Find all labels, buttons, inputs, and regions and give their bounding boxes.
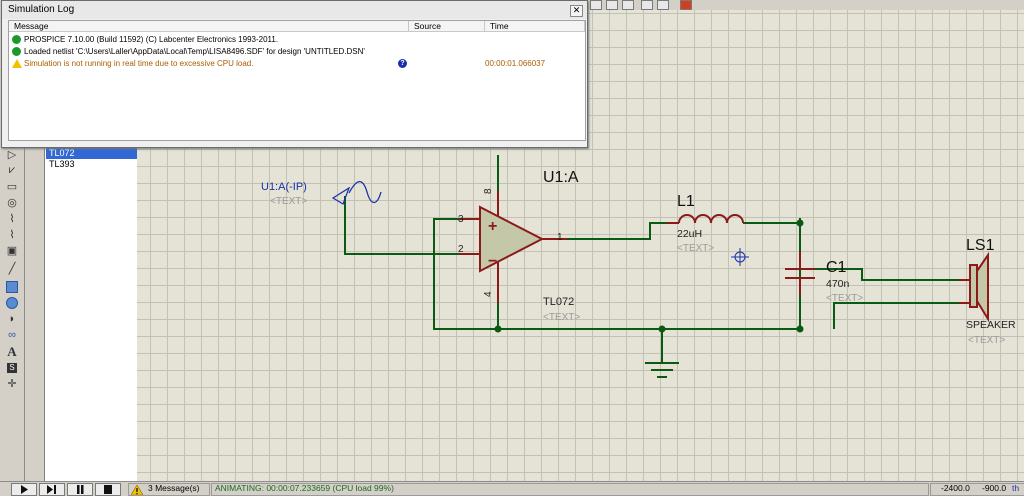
coordinates-panel: -2400.0 -900.0 th xyxy=(930,483,1024,496)
inductor-ref-label: L1 xyxy=(677,193,695,210)
generator-symbol[interactable] xyxy=(331,180,382,205)
symbol-icon[interactable]: S xyxy=(5,361,19,374)
capacitor-text-placeholder: <TEXT> xyxy=(826,293,863,304)
capacitor-ref-label: C1 xyxy=(826,259,847,276)
simulation-log-title: Simulation Log xyxy=(8,4,75,15)
toolbar-button-d[interactable] xyxy=(641,0,653,10)
voltage-probe-icon[interactable]: ⌇ xyxy=(5,212,19,225)
toolbar-button-f[interactable] xyxy=(680,0,692,10)
inductor-text-placeholder: <TEXT> xyxy=(677,243,714,254)
pin-label-3: 3 xyxy=(458,214,464,225)
speaker-ls1[interactable] xyxy=(959,251,989,323)
help-icon[interactable]: ? xyxy=(398,59,407,68)
coord-units: th xyxy=(1012,483,1020,493)
log-time: 00:00:01.066037 xyxy=(485,59,546,68)
text-icon[interactable]: A xyxy=(5,344,19,359)
log-row[interactable]: Loaded netlist 'C:\Users\Laller\AppData\… xyxy=(9,46,585,57)
probe-icon[interactable]: ▷ xyxy=(5,148,19,161)
op-amp-plus-sign: + xyxy=(488,218,497,235)
messages-count: 3 Message(s) xyxy=(148,483,200,493)
pin-label-1: 1 xyxy=(557,232,563,243)
step-icon xyxy=(47,485,56,494)
generator-ref-label: U1:A(-IP) xyxy=(261,181,307,193)
capacitor-value-label: 470n xyxy=(826,278,850,290)
simulation-log-table[interactable]: Message Source Time PROSPICE 7.10.00 (Bu… xyxy=(8,20,586,141)
op-amp-u1a[interactable] xyxy=(459,191,567,303)
toolbar-button-e[interactable] xyxy=(657,0,669,10)
virtual-instrument-icon[interactable]: ▣ xyxy=(5,244,19,257)
stop-button[interactable] xyxy=(95,483,121,496)
close-icon[interactable]: ✕ xyxy=(570,5,583,17)
toolbar-button-a[interactable] xyxy=(590,0,602,10)
speaker-ref-label: LS1 xyxy=(966,237,995,254)
generator-icon[interactable]: ◎ xyxy=(5,196,19,209)
simulation-log-window[interactable]: Simulation Log ✕ Message Source Time PRO… xyxy=(1,0,588,148)
graph-icon[interactable]: ⩗ xyxy=(5,164,19,177)
messages-panel[interactable]: 3 Message(s) xyxy=(128,483,210,496)
component-item-tl072[interactable]: TL072 xyxy=(46,148,137,159)
path-icon[interactable]: ∞ xyxy=(5,328,19,341)
pin-label-2: 2 xyxy=(458,244,464,255)
info-icon xyxy=(12,47,21,56)
log-message: PROSPICE 7.10.00 (Build 11592) (C) Labce… xyxy=(24,35,279,44)
column-header-time[interactable]: Time xyxy=(485,21,585,32)
step-button[interactable] xyxy=(39,483,65,496)
generator-text-placeholder: <TEXT> xyxy=(270,196,307,207)
simulation-log-titlebar[interactable]: Simulation Log ✕ xyxy=(2,1,587,19)
pin-label-8: 8 xyxy=(483,188,494,194)
log-message: Loaded netlist 'C:\Users\Laller\AppData\… xyxy=(24,47,365,56)
marker-icon[interactable]: ✛ xyxy=(5,377,19,390)
arc-icon[interactable]: ◗ xyxy=(5,312,19,325)
pause-icon xyxy=(77,485,84,494)
circle-icon[interactable] xyxy=(5,296,19,309)
column-header-source[interactable]: Source xyxy=(409,21,485,32)
inductor-value-label: 22uH xyxy=(677,228,702,240)
warning-icon xyxy=(131,485,143,495)
animation-status-panel: ANIMATING: 00:00:07.233659 (CPU load 99%… xyxy=(211,483,929,496)
op-amp-minus-sign: − xyxy=(488,253,497,270)
status-bar: 3 Message(s) ANIMATING: 00:00:07.233659 … xyxy=(0,481,1024,496)
column-header-message[interactable]: Message xyxy=(9,21,409,32)
play-icon xyxy=(21,485,28,494)
op-amp-part-label: TL072 xyxy=(543,296,574,308)
pin-label-4: 4 xyxy=(483,291,494,297)
toolbar-button-b[interactable] xyxy=(606,0,618,10)
cursor-crosshair-icon xyxy=(731,248,749,266)
info-icon xyxy=(12,35,21,44)
component-item-tl393[interactable]: TL393 xyxy=(46,159,137,170)
op-amp-ref-label: U1:A xyxy=(543,169,579,186)
speaker-text-placeholder: <TEXT> xyxy=(968,335,1005,346)
tape-icon[interactable]: ▭ xyxy=(5,180,19,193)
box-icon[interactable] xyxy=(5,280,19,293)
inductor-l1[interactable] xyxy=(667,214,744,224)
ground-symbol[interactable] xyxy=(645,362,679,378)
toolbar-button-c[interactable] xyxy=(622,0,634,10)
warning-icon xyxy=(12,59,22,68)
stop-icon xyxy=(104,485,112,494)
log-row[interactable]: Simulation is not running in real time d… xyxy=(9,58,585,69)
log-message: Simulation is not running in real time d… xyxy=(24,59,254,68)
pause-button[interactable] xyxy=(67,483,93,496)
coord-y: -900.0 xyxy=(982,483,1007,493)
op-amp-text-placeholder: <TEXT> xyxy=(543,312,580,323)
coord-x: -2400.0 xyxy=(941,483,970,493)
animation-status: ANIMATING: 00:00:07.233659 (CPU load 99%… xyxy=(215,483,394,493)
speaker-value-label: SPEAKER xyxy=(966,319,1016,331)
current-probe-icon[interactable]: ⌇ xyxy=(5,228,19,241)
wires xyxy=(344,155,970,363)
line-icon[interactable]: ╱ xyxy=(5,262,19,275)
log-row[interactable]: PROSPICE 7.10.00 (Build 11592) (C) Labce… xyxy=(9,34,585,45)
play-button[interactable] xyxy=(11,483,37,496)
